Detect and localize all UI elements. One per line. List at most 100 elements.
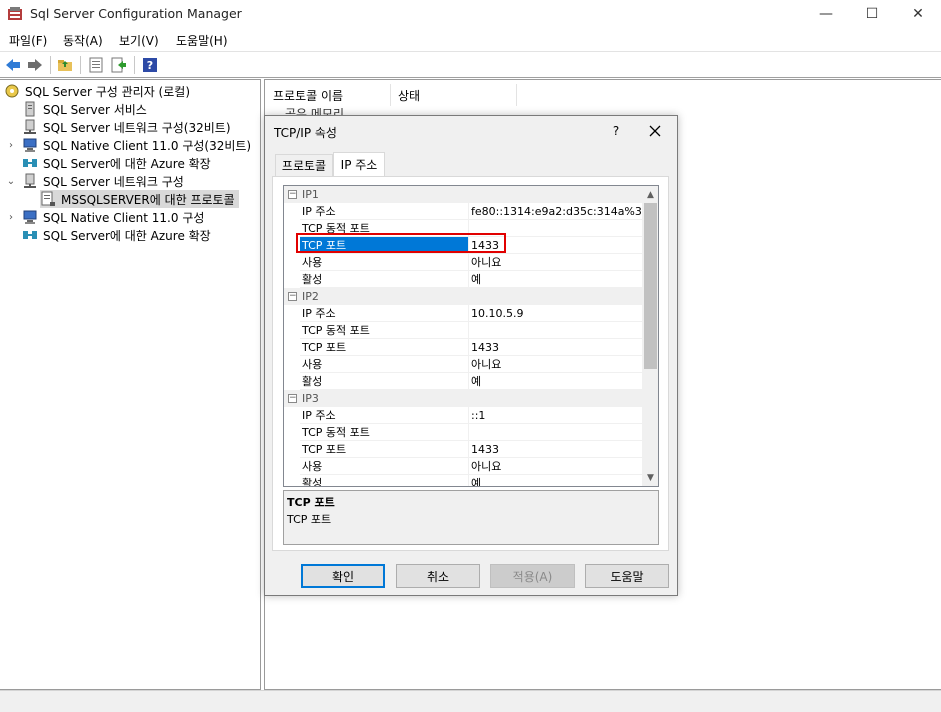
network-config-icon	[22, 173, 38, 189]
tab-protocol[interactable]: 프로토콜	[275, 154, 333, 176]
description-box: TCP 포트 TCP 포트	[283, 490, 659, 545]
property-row[interactable]: 활성 예	[284, 271, 642, 288]
property-row[interactable]: 사용 아니요	[284, 356, 642, 373]
property-name: 사용	[302, 460, 323, 473]
menu-view[interactable]: 보기(V)	[119, 32, 159, 49]
tree-root[interactable]: SQL Server 구성 관리자 (로컬)	[4, 82, 190, 100]
property-name: IP 주소	[302, 409, 336, 422]
tab-panel-ip-address: − IP1 IP 주소 fe80::1314:e9a2:d35c:314a%3 TCP …	[272, 176, 669, 551]
category-name: IP3	[302, 392, 319, 405]
column-header-protocol-name[interactable]: 프로토콜 이름	[265, 84, 389, 106]
tree-item-native-client[interactable]: SQL Native Client 11.0 구성	[22, 208, 204, 226]
tree-item-azure-ext-32[interactable]: SQL Server에 대한 Azure 확장	[22, 154, 211, 172]
collapse-icon[interactable]: −	[288, 394, 297, 403]
property-row[interactable]: TCP 포트 1433	[284, 441, 642, 458]
property-value[interactable]: 아니요	[471, 254, 501, 271]
property-value[interactable]: 10.10.5.9	[471, 305, 523, 322]
property-name: IP 주소	[302, 205, 336, 218]
tree-item-sql-services[interactable]: SQL Server 서비스	[22, 100, 147, 118]
tree-pane: SQL Server 구성 관리자 (로컬) SQL Server 서비스 SQ…	[0, 79, 261, 690]
minimize-button[interactable]: —	[803, 0, 849, 28]
property-name: TCP 포트	[302, 443, 347, 456]
native-client-icon	[22, 137, 38, 153]
close-icon[interactable]	[643, 120, 667, 142]
property-name: TCP 동적 포트	[302, 324, 370, 337]
properties-icon[interactable]	[87, 56, 105, 74]
property-value[interactable]: ::1	[471, 407, 485, 424]
scroll-up-icon[interactable]: ▲	[642, 186, 658, 203]
collapse-icon[interactable]: −	[288, 292, 297, 301]
property-value[interactable]: 예	[471, 271, 481, 288]
status-bar	[0, 690, 941, 712]
forward-arrow-icon[interactable]	[26, 56, 44, 74]
ok-button[interactable]: 확인	[301, 564, 385, 588]
help-icon[interactable]: ?	[141, 56, 159, 74]
property-value[interactable]: 1433	[471, 339, 499, 356]
collapse-icon[interactable]: −	[288, 190, 297, 199]
help-button[interactable]: 도움말	[585, 564, 669, 588]
property-name: 활성	[302, 375, 323, 388]
property-name: 사용	[302, 256, 323, 269]
category-name: IP2	[302, 290, 319, 303]
property-value[interactable]: 아니요	[471, 458, 501, 475]
back-arrow-icon[interactable]	[4, 56, 22, 74]
app-icon	[7, 6, 23, 22]
close-window-button[interactable]: ✕	[895, 0, 941, 28]
tree-root-label: SQL Server 구성 관리자 (로컬)	[25, 84, 191, 99]
tree-item-label: SQL Server 네트워크 구성	[43, 174, 184, 189]
scroll-thumb[interactable]	[644, 203, 657, 369]
property-row[interactable]: IP 주소 fe80::1314:e9a2:d35c:314a%3	[284, 203, 642, 220]
apply-button[interactable]: 적용(A)	[490, 564, 575, 588]
description-text: TCP 포트	[287, 513, 332, 526]
category-name: IP1	[302, 188, 319, 201]
azure-extension-icon	[22, 227, 38, 243]
toolbar: ?	[0, 51, 941, 78]
tree-item-network[interactable]: SQL Server 네트워크 구성	[22, 172, 184, 190]
tcpip-properties-dialog: TCP/IP 속성 ? 프로토콜 IP 주소 − IP1 IP 주소 fe80::13…	[264, 115, 678, 596]
up-folder-icon[interactable]	[56, 56, 74, 74]
property-row[interactable]: TCP 포트 1433	[284, 339, 642, 356]
property-row[interactable]: 활성 예	[284, 475, 642, 487]
property-row[interactable]: IP 주소::1	[284, 407, 642, 424]
tree-item-label: SQL Server 서비스	[43, 102, 147, 117]
title-bar: Sql Server Configuration Manager — ☐ ✕	[0, 0, 941, 28]
property-row[interactable]: IP 주소 10.10.5.9	[284, 305, 642, 322]
column-header-status[interactable]: 상태	[390, 84, 516, 106]
maximize-button[interactable]: ☐	[849, 0, 895, 28]
menu-action[interactable]: 동작(A)	[63, 32, 103, 49]
property-grid: − IP1 IP 주소 fe80::1314:e9a2:d35c:314a%3 TCP …	[283, 185, 659, 487]
property-value[interactable]: 아니요	[471, 356, 501, 373]
tree-item-azure-ext[interactable]: SQL Server에 대한 Azure 확장	[22, 226, 211, 244]
tree-item-label: SQL Native Client 11.0 구성(32비트)	[43, 138, 252, 153]
svg-text:?: ?	[147, 59, 153, 72]
tab-ip-address[interactable]: IP 주소	[333, 152, 385, 176]
category-ip2[interactable]: − IP2	[284, 288, 642, 305]
property-row[interactable]: TCP 동적 포트	[284, 322, 642, 339]
menu-help[interactable]: 도움말(H)	[176, 32, 228, 49]
tree-item-mssqlserver-protocols[interactable]: MSSQLSERVER에 대한 프로토콜	[40, 190, 239, 208]
azure-extension-icon	[22, 155, 38, 171]
property-row[interactable]: 활성 예	[284, 373, 642, 390]
dialog-help-button[interactable]: ?	[606, 122, 626, 140]
property-row[interactable]: TCP 동적 포트	[284, 424, 642, 441]
property-row[interactable]: 사용 아니요	[284, 254, 642, 271]
cancel-button[interactable]: 취소	[396, 564, 480, 588]
category-ip1[interactable]: − IP1	[284, 186, 642, 203]
chevron-right-icon[interactable]: ›	[6, 208, 16, 226]
menu-file[interactable]: 파일(F)	[9, 32, 47, 49]
category-ip3[interactable]: − IP3	[284, 390, 642, 407]
property-value[interactable]: 1433	[471, 441, 499, 458]
property-row[interactable]: 사용 아니요	[284, 458, 642, 475]
service-icon	[22, 101, 38, 117]
export-list-icon[interactable]	[110, 56, 128, 74]
tree-item-native-client-32[interactable]: SQL Native Client 11.0 구성(32비트)	[22, 136, 251, 154]
chevron-right-icon[interactable]: ›	[6, 136, 16, 154]
property-name: 활성	[302, 477, 323, 487]
tree-item-network-32[interactable]: SQL Server 네트워크 구성(32비트)	[22, 118, 231, 136]
chevron-down-icon[interactable]: ⌄	[6, 172, 16, 190]
property-value[interactable]: 예	[471, 373, 481, 390]
scroll-down-icon[interactable]: ▼	[642, 469, 658, 486]
property-value[interactable]: 예	[471, 475, 481, 486]
vertical-scrollbar[interactable]: ▲ ▼	[642, 186, 658, 486]
property-value[interactable]: fe80::1314:e9a2:d35c:314a%3	[471, 203, 642, 220]
